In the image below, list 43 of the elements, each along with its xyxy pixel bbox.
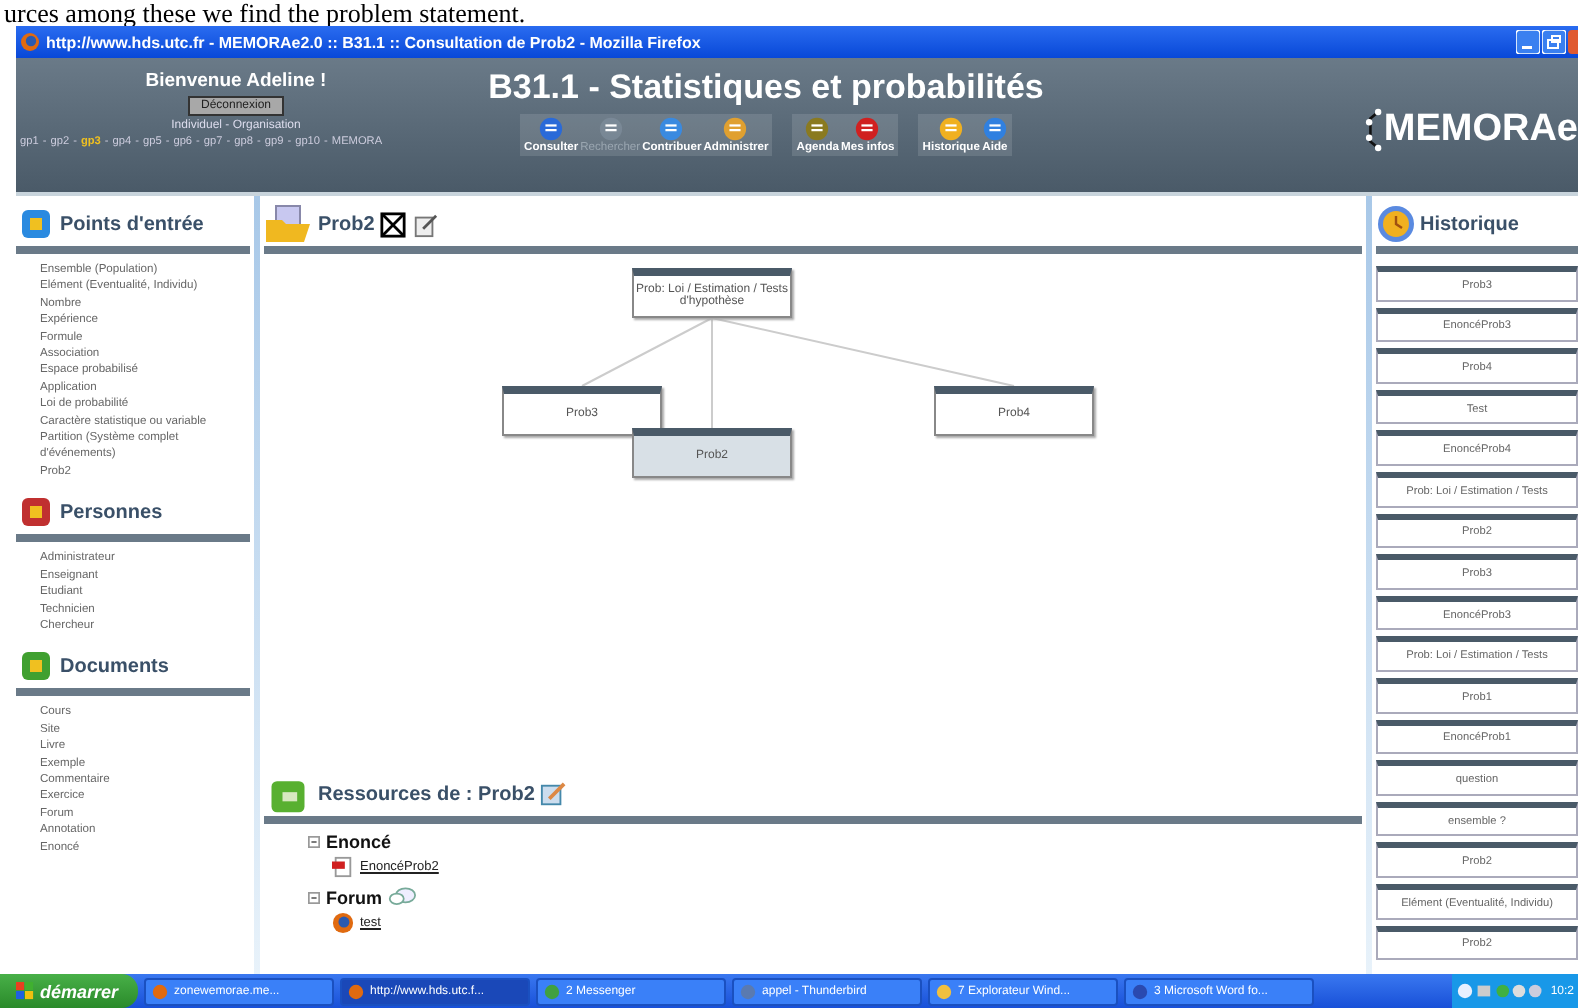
pdf-icon [332, 856, 354, 878]
tray-icons[interactable] [1456, 982, 1547, 1000]
toolbar-icon [981, 116, 1008, 142]
toolbar-icon [938, 116, 965, 142]
edit-icon[interactable] [540, 781, 567, 807]
app-icon [348, 983, 365, 999]
collapse-icon[interactable] [308, 836, 320, 848]
group-title: Forum [326, 887, 382, 907]
section-title: Points d'entrée [60, 213, 204, 235]
app-icon [740, 983, 757, 999]
window-title: http://www.hds.utc.fr - MEMORAe2.0 :: B31.1 :: Consultation de Prob2 - Mozilla Firefox [46, 33, 701, 51]
app-icon [152, 983, 169, 999]
section-title: Personnes [60, 501, 163, 524]
folder-icon [264, 202, 312, 246]
group-title: Enoncé [326, 832, 392, 852]
app-icon [1132, 983, 1149, 999]
section-title: Documents [60, 655, 169, 678]
logo-text: MEMORAe [1383, 107, 1578, 151]
section-title: Ressources de : Prob2 [318, 783, 535, 805]
app-icon [544, 983, 561, 999]
greeting: Bienvenue Adeline ! [145, 70, 327, 92]
delete-icon[interactable] [380, 211, 407, 237]
toolbar-icon [804, 116, 831, 142]
clock-icon [1376, 204, 1416, 244]
section-title: Historique [1420, 213, 1519, 235]
windows-logo-icon [16, 982, 34, 1000]
toolbar-icon [722, 116, 749, 142]
app-icon [936, 983, 953, 999]
document-text: urces among these we find the problem statement. [2, 0, 528, 26]
browser-icon [332, 912, 354, 934]
panel-title: Prob2 [318, 213, 375, 235]
toolbar-icon [658, 116, 685, 142]
edit-icon[interactable] [412, 211, 439, 237]
minimize-icon[interactable] [1516, 30, 1540, 54]
toolbar-icon [538, 116, 565, 142]
browser-icon [20, 32, 40, 52]
start-button[interactable]: démarrer [0, 974, 139, 1008]
toolbar-icon [854, 116, 881, 142]
page-title: B31.1 - Statistiques et probabilités [488, 68, 1044, 108]
speech-bubble-icon [388, 886, 416, 908]
toolbar-icon [597, 116, 624, 142]
restore-icon[interactable] [1542, 30, 1566, 54]
collapse-icon[interactable] [308, 891, 320, 903]
